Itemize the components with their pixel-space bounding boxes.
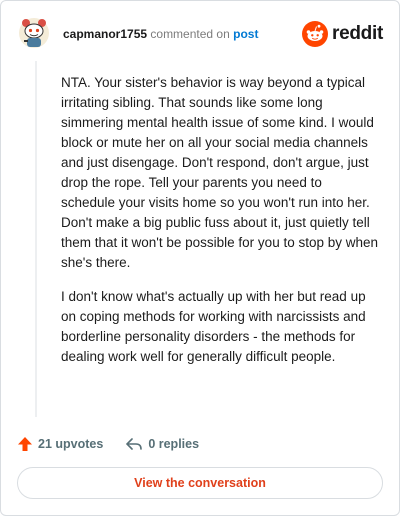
reply-button[interactable]: 0 replies [125,436,199,452]
view-conversation-button[interactable]: View the conversation [17,467,383,499]
upvote-button[interactable]: 21 upvotes [17,436,103,452]
reddit-brand[interactable]: reddit [302,21,383,47]
comment-actions: 21 upvotes 0 replies [17,433,221,455]
comment-card: capmanor1755 commented on post reddit NT… [0,0,400,516]
comment-paragraph: NTA. Your sister's behavior is way beyon… [61,75,379,270]
user-avatar[interactable] [17,15,51,51]
username-link[interactable]: capmanor1755 [63,27,147,41]
reddit-logo-icon [302,21,329,47]
comment-paragraph: I don't know what's actually up with her… [61,289,366,364]
post-link[interactable]: post [233,27,258,41]
upvote-count: 21 upvotes [38,437,104,451]
thread-line [35,61,37,417]
commented-on-text: commented on [150,27,230,41]
comment-body: NTA. Your sister's behavior is way beyon… [61,73,379,381]
comment-header: capmanor1755 commented on post reddit [15,15,385,51]
brand-wordmark: reddit [332,23,383,44]
reply-arrow-icon [126,438,143,450]
upvote-arrow-icon [18,437,32,451]
snoo-avatar-icon [19,18,49,48]
reply-count: 0 replies [148,437,200,451]
comment-meta: capmanor1755 commented on post [63,27,258,41]
